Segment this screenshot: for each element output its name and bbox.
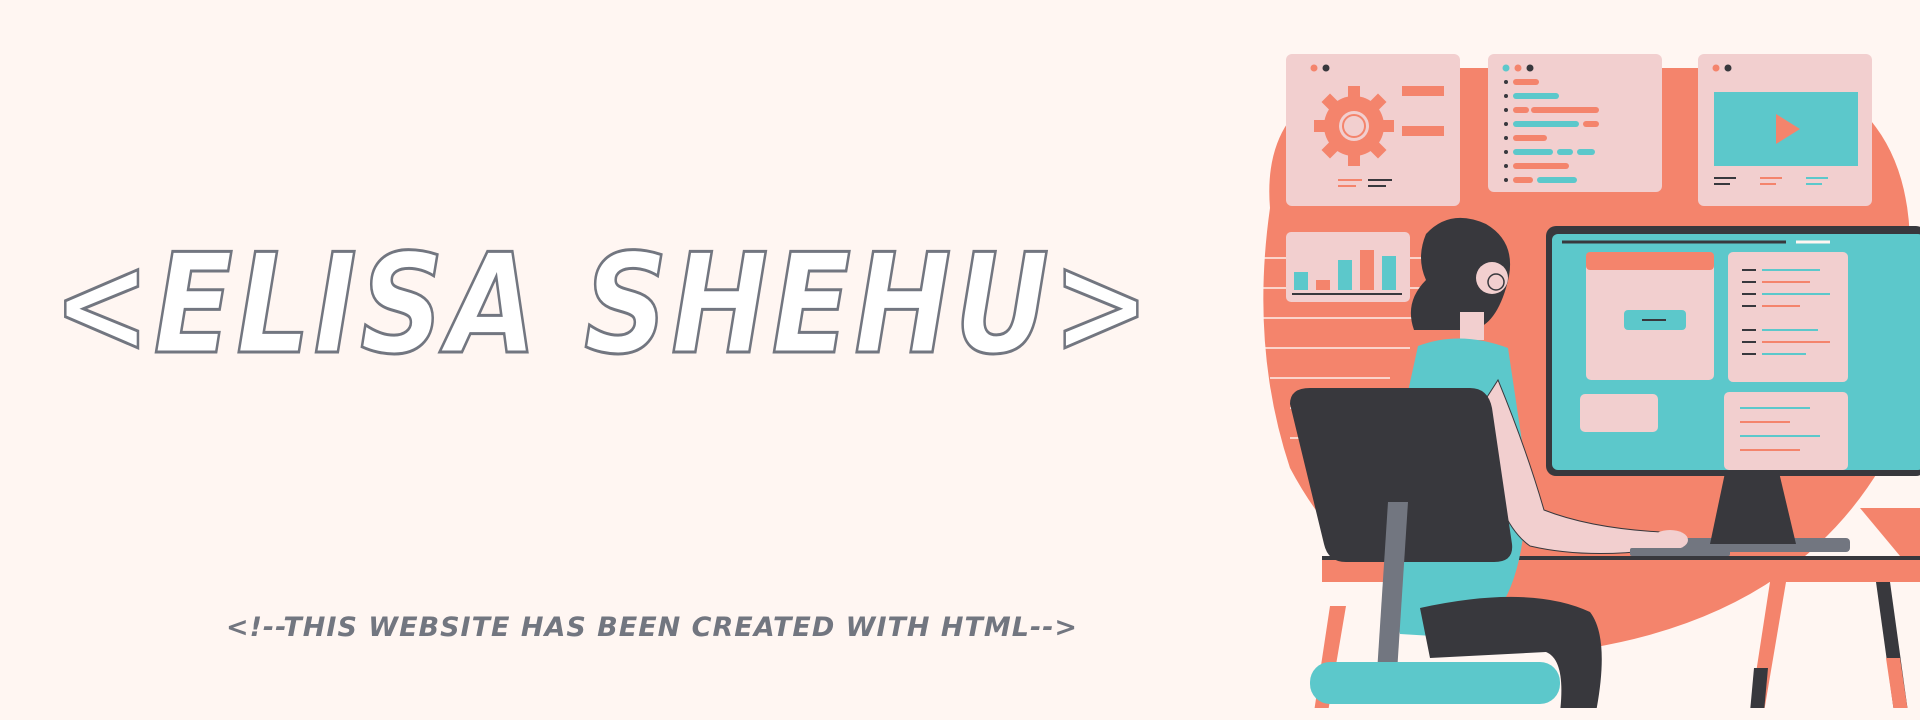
developer-illustration xyxy=(1230,48,1920,708)
settings-window xyxy=(1286,54,1460,206)
video-window xyxy=(1698,54,1872,206)
hero-subtitle: <!--THIS WEBSITE HAS BEEN CREATED WITH H… xyxy=(226,612,1079,643)
hero-title: <ELISA SHEHU> xyxy=(48,222,1158,383)
code-window xyxy=(1488,54,1662,192)
bar-chart-icon xyxy=(1286,232,1410,302)
gear-icon xyxy=(1314,86,1394,166)
hero-title-text: <ELISA SHEHU> xyxy=(53,224,1153,382)
